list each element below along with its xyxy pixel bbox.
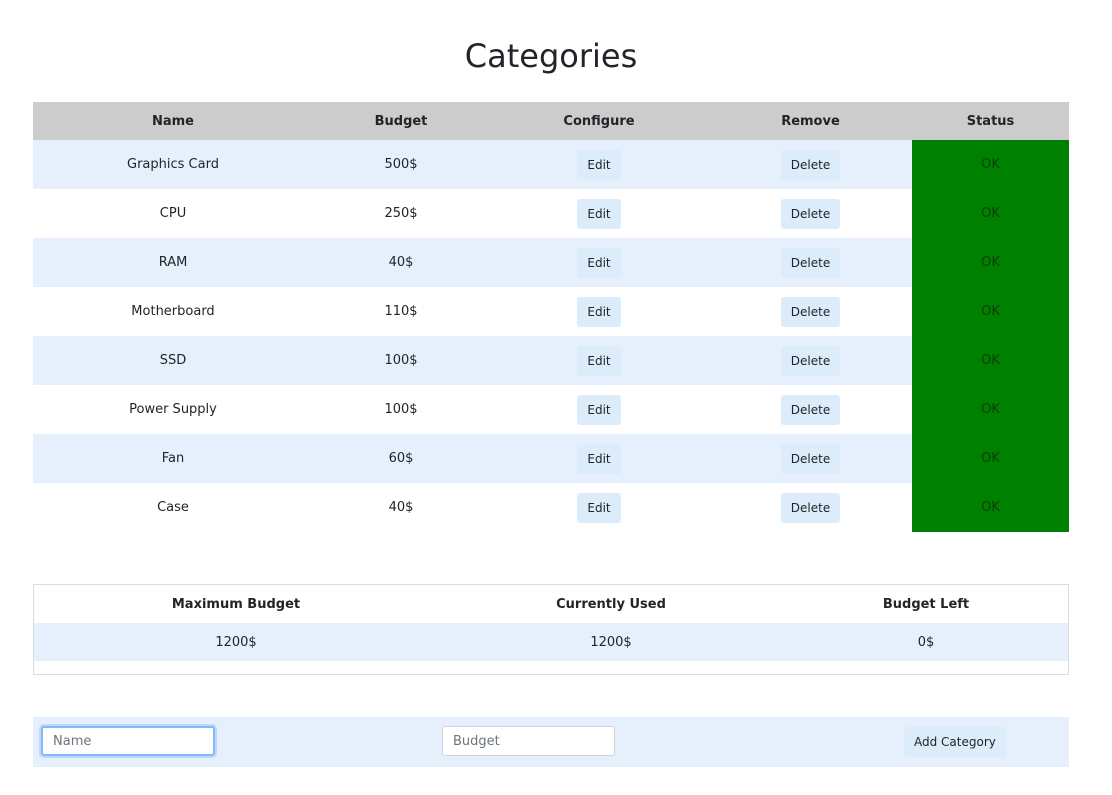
status-badge: OK bbox=[912, 140, 1069, 189]
category-budget: 110$ bbox=[313, 287, 489, 336]
column-header-budget: Budget bbox=[313, 102, 489, 140]
edit-button[interactable]: Edit bbox=[577, 247, 621, 278]
category-name: SSD bbox=[33, 336, 313, 385]
edit-button[interactable]: Edit bbox=[577, 296, 621, 327]
category-name: Graphics Card bbox=[33, 140, 313, 189]
edit-button[interactable]: Edit bbox=[577, 345, 621, 376]
add-category-button[interactable]: Add Category bbox=[904, 727, 1006, 757]
status-badge: OK bbox=[912, 189, 1069, 238]
delete-button[interactable]: Delete bbox=[780, 247, 841, 278]
delete-button[interactable]: Delete bbox=[780, 443, 841, 474]
edit-button[interactable]: Edit bbox=[577, 198, 621, 229]
status-badge: OK bbox=[912, 287, 1069, 336]
maximum-budget-value: 1200$ bbox=[34, 623, 438, 661]
currently-used-header: Currently Used bbox=[556, 596, 666, 612]
category-budget: 500$ bbox=[313, 140, 489, 189]
table-row: RAM 40$ Edit Delete OK bbox=[33, 238, 1069, 287]
budget-summary-table: Maximum Budget Currently Used Budget Lef… bbox=[34, 585, 1068, 661]
category-name: Motherboard bbox=[33, 287, 313, 336]
category-name: CPU bbox=[33, 189, 313, 238]
edit-button[interactable]: Edit bbox=[577, 443, 621, 474]
table-header-row: Name Budget Configure Remove Status bbox=[33, 102, 1069, 140]
budget-input[interactable] bbox=[442, 726, 615, 756]
category-name: Case bbox=[33, 483, 313, 532]
budget-left-value: 0$ bbox=[784, 623, 1068, 661]
table-row: Power Supply 100$ Edit Delete OK bbox=[33, 385, 1069, 434]
status-badge: OK bbox=[912, 483, 1069, 532]
status-badge: OK bbox=[912, 385, 1069, 434]
summary-header-row: Maximum Budget Currently Used Budget Lef… bbox=[34, 585, 1068, 623]
column-header-configure: Configure bbox=[489, 102, 709, 140]
delete-button[interactable]: Delete bbox=[780, 345, 841, 376]
category-budget: 100$ bbox=[313, 385, 489, 434]
category-budget: 40$ bbox=[313, 238, 489, 287]
status-badge: OK bbox=[912, 336, 1069, 385]
table-row: Fan 60$ Edit Delete OK bbox=[33, 434, 1069, 483]
budget-summary: Maximum Budget Currently Used Budget Lef… bbox=[33, 584, 1069, 675]
edit-button[interactable]: Edit bbox=[577, 149, 621, 180]
edit-button[interactable]: Edit bbox=[577, 394, 621, 425]
status-badge: OK bbox=[912, 238, 1069, 287]
category-budget: 40$ bbox=[313, 483, 489, 532]
page-title: Categories bbox=[464, 37, 638, 75]
categories-table: Name Budget Configure Remove Status Grap… bbox=[33, 102, 1069, 532]
delete-button[interactable]: Delete bbox=[780, 296, 841, 327]
column-header-status: Status bbox=[912, 102, 1069, 140]
table-row: CPU 250$ Edit Delete OK bbox=[33, 189, 1069, 238]
edit-button[interactable]: Edit bbox=[577, 492, 621, 523]
add-category-form: Add Category bbox=[33, 717, 1069, 767]
summary-values-row: 1200$ 1200$ 0$ bbox=[34, 623, 1068, 661]
category-name: Power Supply bbox=[33, 385, 313, 434]
name-input[interactable] bbox=[41, 726, 215, 756]
column-header-remove: Remove bbox=[709, 102, 912, 140]
delete-button[interactable]: Delete bbox=[780, 149, 841, 180]
delete-button[interactable]: Delete bbox=[780, 394, 841, 425]
table-row: Graphics Card 500$ Edit Delete OK bbox=[33, 140, 1069, 189]
budget-left-header: Budget Left bbox=[882, 596, 970, 612]
category-name: Fan bbox=[33, 434, 313, 483]
currently-used-value: 1200$ bbox=[438, 623, 784, 661]
table-row: Case 40$ Edit Delete OK bbox=[33, 483, 1069, 532]
status-badge: OK bbox=[912, 434, 1069, 483]
maximum-budget-header: Maximum Budget bbox=[171, 596, 301, 612]
delete-button[interactable]: Delete bbox=[780, 198, 841, 229]
table-row: SSD 100$ Edit Delete OK bbox=[33, 336, 1069, 385]
category-budget: 100$ bbox=[313, 336, 489, 385]
delete-button[interactable]: Delete bbox=[780, 492, 841, 523]
column-header-name: Name bbox=[33, 102, 313, 140]
category-budget: 250$ bbox=[313, 189, 489, 238]
table-row: Motherboard 110$ Edit Delete OK bbox=[33, 287, 1069, 336]
category-name: RAM bbox=[33, 238, 313, 287]
category-budget: 60$ bbox=[313, 434, 489, 483]
